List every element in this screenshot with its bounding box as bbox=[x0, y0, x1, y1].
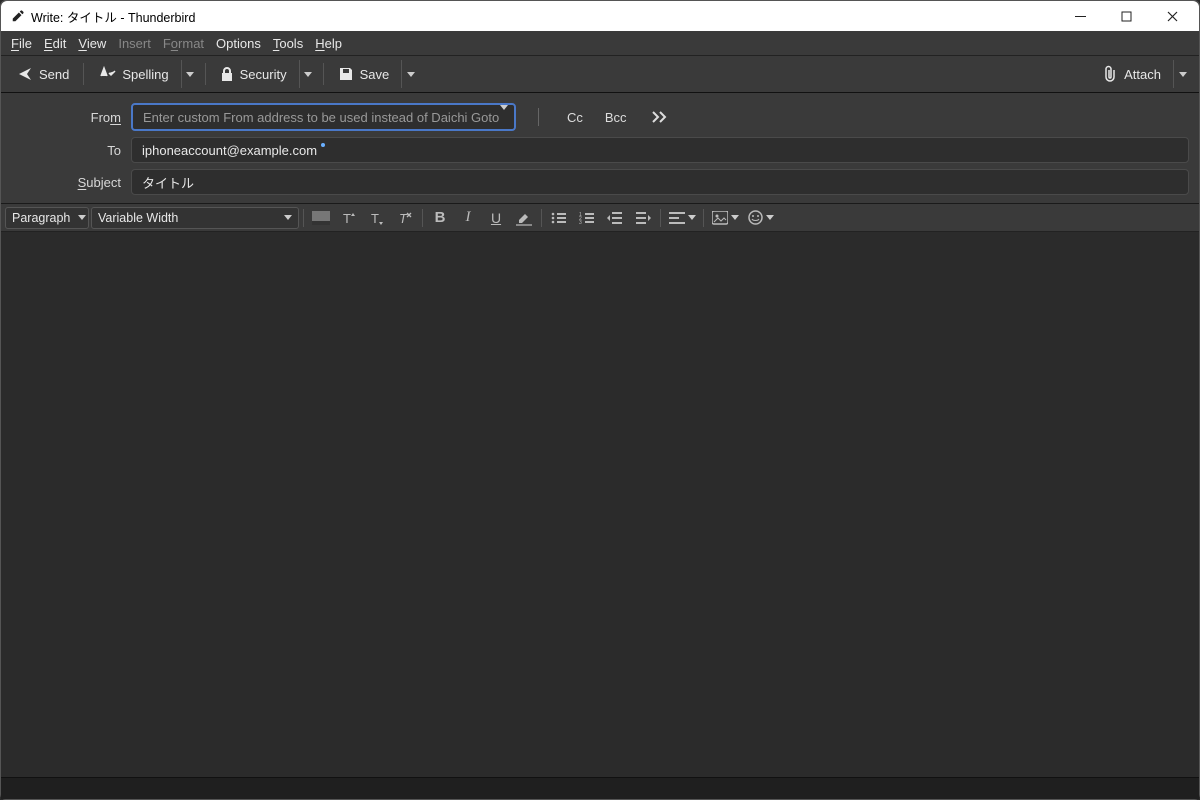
minimize-button[interactable] bbox=[1057, 1, 1103, 31]
svg-text:T: T bbox=[343, 211, 351, 226]
paragraph-label: Paragraph bbox=[12, 211, 70, 225]
chevron-down-icon bbox=[1179, 72, 1187, 77]
chevron-down-icon[interactable] bbox=[500, 110, 508, 125]
send-icon bbox=[17, 66, 33, 82]
font-size-decrease-button[interactable]: T bbox=[364, 206, 390, 230]
send-button[interactable]: Send bbox=[9, 62, 77, 86]
menu-file[interactable]: File bbox=[5, 34, 38, 53]
security-label: Security bbox=[240, 67, 287, 82]
chevron-down-icon bbox=[766, 215, 774, 220]
bcc-button[interactable]: Bcc bbox=[599, 106, 633, 129]
lock-icon bbox=[220, 66, 234, 82]
pencil-icon bbox=[11, 9, 25, 23]
status-bar bbox=[1, 777, 1199, 799]
save-icon bbox=[338, 66, 354, 82]
to-label: To bbox=[11, 143, 121, 158]
separator bbox=[703, 209, 704, 227]
close-button[interactable] bbox=[1149, 1, 1195, 31]
menu-help[interactable]: Help bbox=[309, 34, 348, 53]
chevron-down-icon bbox=[284, 215, 292, 220]
attach-dropdown[interactable] bbox=[1173, 60, 1191, 88]
compose-headers: From Enter custom From address to be use… bbox=[1, 93, 1199, 204]
svg-text:3: 3 bbox=[579, 220, 582, 225]
bold-button[interactable]: B bbox=[427, 206, 453, 230]
separator bbox=[303, 209, 304, 227]
send-label: Send bbox=[39, 67, 69, 82]
spelling-dropdown[interactable] bbox=[181, 60, 199, 88]
menu-view[interactable]: View bbox=[72, 34, 112, 53]
spelling-button[interactable]: Spelling bbox=[90, 62, 176, 86]
from-placeholder: Enter custom From address to be used ins… bbox=[143, 110, 499, 125]
from-label: From bbox=[11, 110, 121, 125]
attach-label: Attach bbox=[1124, 67, 1161, 82]
save-dropdown[interactable] bbox=[401, 60, 419, 88]
menu-tools[interactable]: Tools bbox=[267, 34, 309, 53]
spelling-icon bbox=[98, 66, 116, 82]
numbered-list-button[interactable]: 123 bbox=[574, 206, 600, 230]
from-input[interactable]: Enter custom From address to be used ins… bbox=[131, 103, 516, 131]
paragraph-select[interactable]: Paragraph bbox=[5, 207, 89, 229]
overflow-button[interactable] bbox=[651, 110, 669, 124]
chevron-down-icon bbox=[731, 215, 739, 220]
message-body[interactable] bbox=[1, 232, 1199, 777]
menu-format: Format bbox=[157, 34, 210, 53]
separator bbox=[538, 108, 539, 126]
cc-button[interactable]: Cc bbox=[561, 106, 589, 129]
menu-insert: Insert bbox=[112, 34, 157, 53]
remove-format-button[interactable]: T bbox=[392, 206, 418, 230]
main-toolbar: Send Spelling Security Save Attach bbox=[1, 55, 1199, 93]
font-size-increase-button[interactable]: T bbox=[336, 206, 362, 230]
attach-button[interactable]: Attach bbox=[1094, 61, 1169, 87]
svg-text:T: T bbox=[371, 211, 379, 226]
highlight-button[interactable] bbox=[511, 206, 537, 230]
spelling-label: Spelling bbox=[122, 67, 168, 82]
indent-button[interactable] bbox=[630, 206, 656, 230]
menu-options[interactable]: Options bbox=[210, 34, 267, 53]
align-button[interactable] bbox=[665, 206, 699, 230]
separator bbox=[205, 63, 206, 85]
bullet-list-button[interactable] bbox=[546, 206, 572, 230]
menu-edit[interactable]: Edit bbox=[38, 34, 72, 53]
security-button[interactable]: Security bbox=[212, 62, 295, 86]
to-value: iphoneaccount@example.com bbox=[142, 143, 317, 158]
subject-value: タイトル bbox=[142, 173, 194, 192]
format-toolbar: Paragraph Variable Width T T T B I U 123 bbox=[1, 204, 1199, 232]
text-color-button[interactable] bbox=[308, 206, 334, 230]
underline-button[interactable]: U bbox=[483, 206, 509, 230]
chevron-down-icon bbox=[407, 72, 415, 77]
subject-input[interactable]: タイトル bbox=[131, 169, 1189, 195]
title-bar: Write: タイトル - Thunderbird bbox=[1, 1, 1199, 31]
chevron-down-icon bbox=[78, 215, 86, 220]
chevron-down-icon bbox=[186, 72, 194, 77]
maximize-button[interactable] bbox=[1103, 1, 1149, 31]
autocomplete-indicator-icon bbox=[321, 143, 325, 147]
save-label: Save bbox=[360, 67, 390, 82]
svg-text:T: T bbox=[399, 211, 408, 226]
paperclip-icon bbox=[1102, 65, 1118, 83]
window-title: Write: タイトル - Thunderbird bbox=[31, 7, 1057, 26]
italic-button[interactable]: I bbox=[455, 206, 481, 230]
security-dropdown[interactable] bbox=[299, 60, 317, 88]
outdent-button[interactable] bbox=[602, 206, 628, 230]
emoji-button[interactable] bbox=[744, 206, 778, 230]
to-input[interactable]: iphoneaccount@example.com bbox=[131, 137, 1189, 163]
chevron-down-icon bbox=[304, 72, 312, 77]
separator bbox=[422, 209, 423, 227]
save-button[interactable]: Save bbox=[330, 62, 398, 86]
separator bbox=[83, 63, 84, 85]
menu-bar: File Edit View Insert Format Options Too… bbox=[1, 31, 1199, 55]
separator bbox=[660, 209, 661, 227]
separator bbox=[541, 209, 542, 227]
subject-label: Subject bbox=[11, 175, 121, 190]
chevron-down-icon bbox=[688, 215, 696, 220]
font-select[interactable]: Variable Width bbox=[91, 207, 299, 229]
insert-image-button[interactable] bbox=[708, 206, 742, 230]
separator bbox=[323, 63, 324, 85]
font-label: Variable Width bbox=[98, 211, 178, 225]
